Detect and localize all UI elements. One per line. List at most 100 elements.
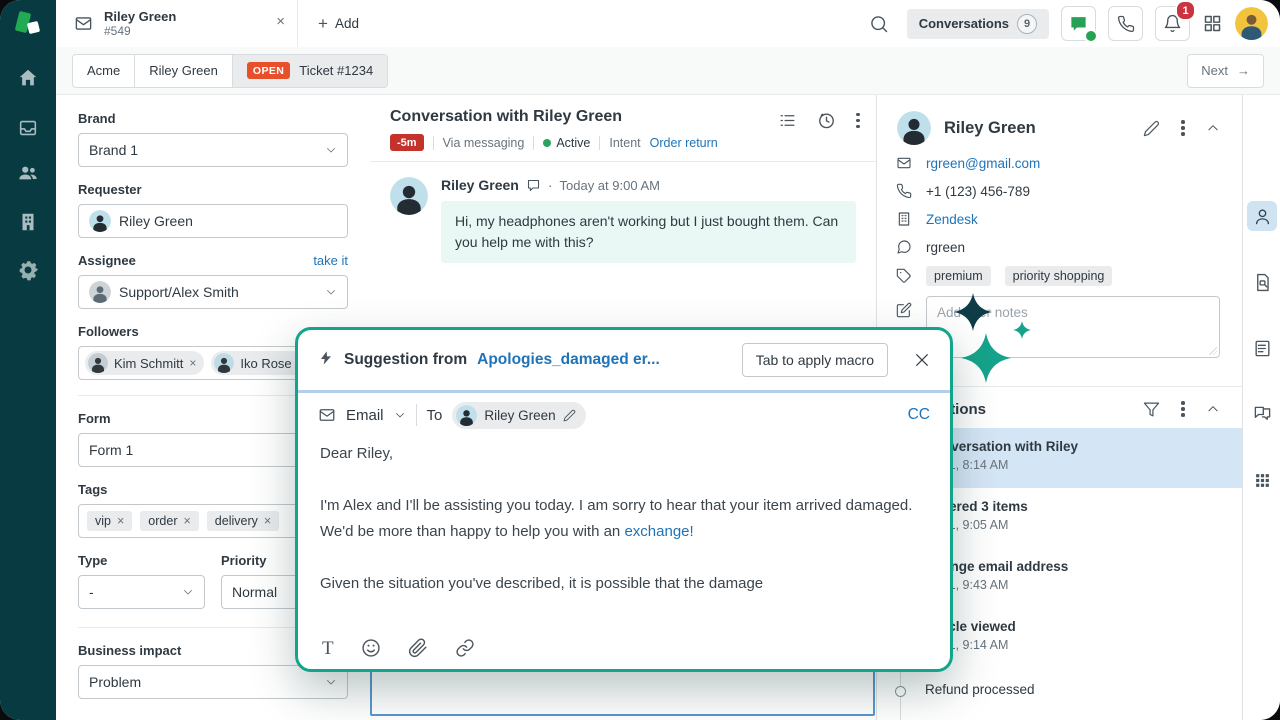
message-author: Riley Green xyxy=(441,177,519,193)
home-icon[interactable] xyxy=(14,64,42,92)
tag-name: vip xyxy=(95,514,111,528)
user-avatar[interactable] xyxy=(1235,7,1268,40)
add-tab-button[interactable]: + Add xyxy=(318,15,359,32)
remove-tag-icon[interactable]: × xyxy=(264,514,271,528)
interactions-menu-icon[interactable] xyxy=(1181,400,1185,418)
user-tag-chip[interactable]: premium xyxy=(926,266,991,286)
conversation-menu-icon[interactable] xyxy=(856,112,860,130)
brand-select[interactable]: Brand 1 xyxy=(78,133,348,167)
edit-user-icon[interactable] xyxy=(1143,120,1160,137)
customer-email[interactable]: rgreen@gmail.com xyxy=(926,156,1040,171)
knowledge-tab-icon[interactable] xyxy=(1247,267,1277,297)
conversations-button[interactable]: Conversations 9 xyxy=(907,9,1049,39)
phone-button[interactable] xyxy=(1108,6,1143,41)
history-icon[interactable] xyxy=(817,111,836,130)
tag-icon xyxy=(895,268,912,284)
notifications-button[interactable]: 1 xyxy=(1155,6,1190,41)
exchange-link[interactable]: exchange! xyxy=(624,523,693,540)
collapse-chevron-icon[interactable] xyxy=(1206,402,1220,416)
conversation-log-icon[interactable] xyxy=(778,111,797,130)
separator xyxy=(416,404,417,426)
message-bubble: Hi, my headphones aren't working but I j… xyxy=(441,201,856,263)
tag-chip[interactable]: vip × xyxy=(87,511,132,531)
type-value: - xyxy=(89,584,94,600)
customer-phone[interactable]: +1 (123) 456-789 xyxy=(926,184,1030,199)
arrow-right-icon: → xyxy=(1237,63,1250,78)
filter-icon[interactable] xyxy=(1143,401,1160,418)
emoji-icon[interactable] xyxy=(361,638,381,658)
link-icon[interactable] xyxy=(455,638,475,658)
brand-value: Brand 1 xyxy=(89,142,138,158)
chevron-down-icon xyxy=(325,144,337,156)
follower-name: Kim Schmitt xyxy=(114,356,183,371)
customer-organization[interactable]: Zendesk xyxy=(926,212,978,227)
attachment-icon[interactable] xyxy=(408,638,428,658)
tab-close-icon[interactable]: × xyxy=(276,13,285,30)
follower-avatar xyxy=(214,353,234,373)
follower-chip[interactable]: Kim Schmitt × xyxy=(85,351,204,375)
customers-icon[interactable] xyxy=(14,159,42,187)
user-tag-chip[interactable]: priority shopping xyxy=(1005,266,1113,286)
envelope-icon xyxy=(895,155,912,171)
left-nav-rail xyxy=(0,0,56,720)
follower-avatar xyxy=(88,353,108,373)
type-select[interactable]: - xyxy=(78,575,205,609)
ticket-tab[interactable]: Riley Green #549 × xyxy=(56,0,298,47)
sla-badge: -5m xyxy=(390,134,424,151)
channel-select[interactable]: Email xyxy=(346,407,384,424)
conversations-tab-icon[interactable] xyxy=(1247,399,1277,429)
chevron-down-icon xyxy=(325,286,337,298)
tab-title: Riley Green xyxy=(104,9,176,24)
customer-social-handle: rgreen xyxy=(926,240,965,255)
close-icon[interactable] xyxy=(914,352,930,368)
organizations-icon[interactable] xyxy=(14,208,42,236)
breadcrumb-person[interactable]: Riley Green xyxy=(135,55,233,87)
conversation-header: Conversation with Riley Green -5m Via me… xyxy=(370,95,876,162)
tag-name: delivery xyxy=(215,514,258,528)
brand-logo[interactable] xyxy=(14,10,44,40)
admin-settings-icon[interactable] xyxy=(14,256,42,284)
next-button[interactable]: Next → xyxy=(1187,54,1264,88)
search-icon[interactable] xyxy=(869,14,889,34)
take-it-link[interactable]: take it xyxy=(313,253,348,268)
collapse-chevron-icon[interactable] xyxy=(1206,121,1220,135)
assignee-label: Assignee xyxy=(78,253,136,268)
chevron-down-icon[interactable] xyxy=(394,409,406,421)
apply-macro-button[interactable]: Tab to apply macro xyxy=(742,343,888,377)
user-menu-icon[interactable] xyxy=(1181,119,1185,137)
remove-follower-icon[interactable]: × xyxy=(189,356,196,370)
edit-recipient-icon[interactable] xyxy=(563,409,576,422)
email-draft-body[interactable]: Dear Riley, I'm Alex and I'll be assisti… xyxy=(298,437,950,627)
views-inbox-icon[interactable] xyxy=(14,114,42,142)
ticket-fields-tab-icon[interactable] xyxy=(1247,333,1277,363)
macro-name-link[interactable]: Apologies_damaged er... xyxy=(477,351,660,369)
ticket-number: Ticket #1234 xyxy=(299,63,373,78)
customer-tab-icon[interactable] xyxy=(1247,201,1277,231)
remove-tag-icon[interactable]: × xyxy=(183,514,190,528)
assignee-select[interactable]: Support/Alex Smith xyxy=(78,275,348,309)
remove-tag-icon[interactable]: × xyxy=(117,514,124,528)
tag-chip[interactable]: order× xyxy=(140,511,199,531)
to-label: To xyxy=(427,407,443,424)
tag-chip[interactable]: delivery × xyxy=(207,511,279,531)
cc-button[interactable]: CC xyxy=(908,406,930,424)
customer-avatar xyxy=(897,111,931,145)
chat-button[interactable] xyxy=(1061,6,1096,41)
breadcrumb-ticket[interactable]: OPEN Ticket #1234 xyxy=(233,55,387,87)
text-format-icon[interactable]: T xyxy=(322,639,334,658)
apps-tab-icon[interactable] xyxy=(1247,465,1277,495)
message-time: Today at 9:00 AM xyxy=(560,178,660,193)
requester-field[interactable]: Riley Green xyxy=(78,204,348,238)
breadcrumb-org[interactable]: Acme xyxy=(73,55,135,87)
status-badge: OPEN xyxy=(247,62,290,79)
interaction-title: Conversation with Riley xyxy=(925,439,1226,454)
resize-handle[interactable] xyxy=(1209,347,1217,355)
timeline-dot xyxy=(895,686,906,697)
intent-value-link[interactable]: Order return xyxy=(650,136,718,150)
envelope-icon xyxy=(74,14,93,33)
recipient-chip[interactable]: Riley Green xyxy=(452,402,585,429)
interaction-item[interactable]: Refund processed xyxy=(877,668,1242,720)
customer-message: Riley Green · Today at 9:00 AM Hi, my he… xyxy=(370,162,876,278)
apps-grid-icon[interactable] xyxy=(1202,13,1223,34)
requester-value: Riley Green xyxy=(119,213,193,229)
